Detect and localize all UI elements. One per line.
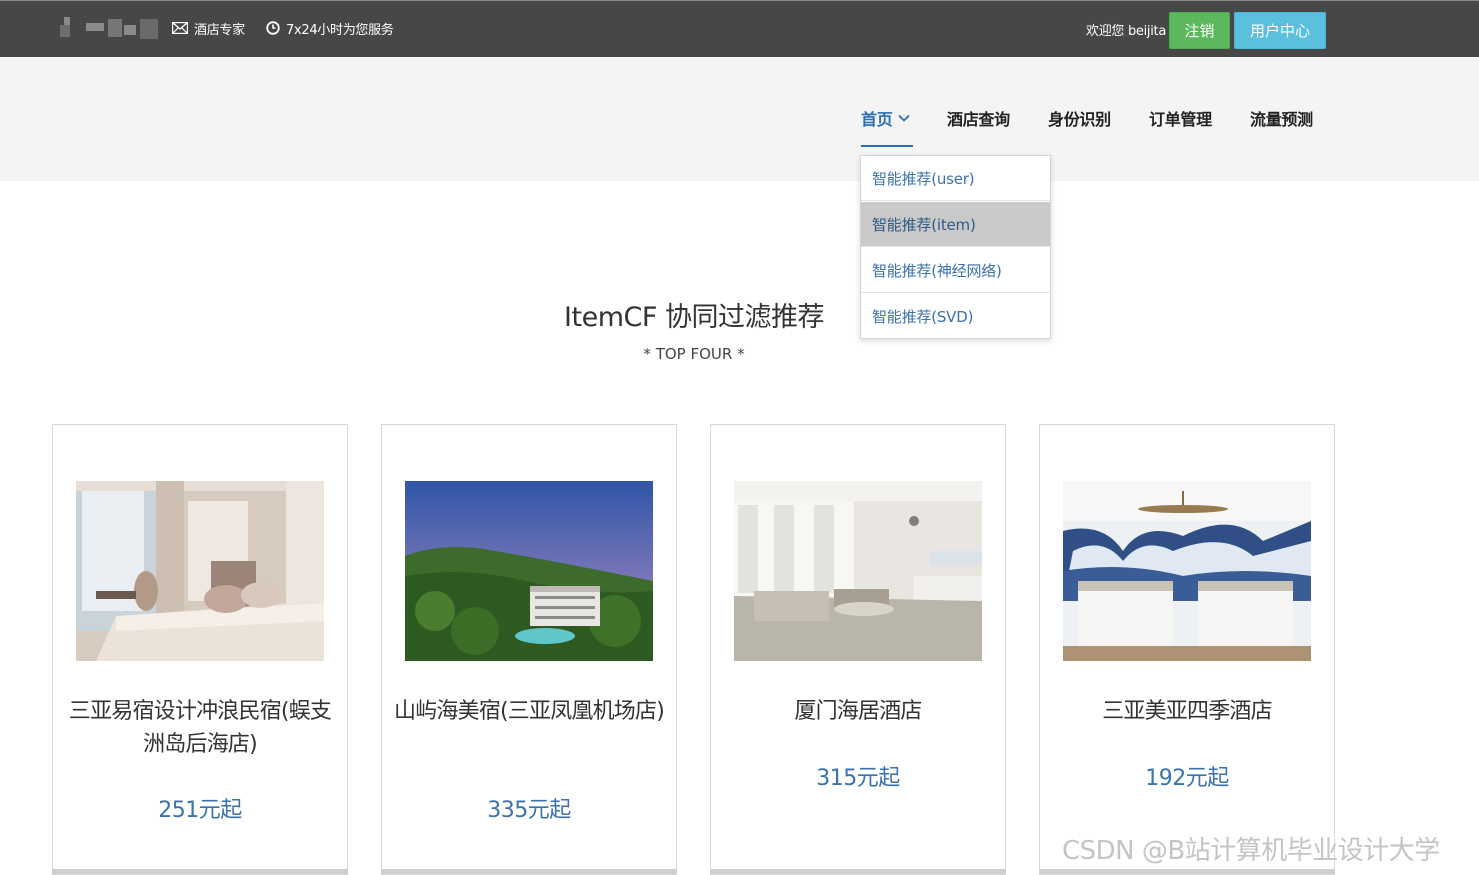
service-hours-item: 7x24小时为您服务 bbox=[266, 18, 394, 38]
hotel-name[interactable]: 三亚易宿设计冲浪民宿(蜈支洲岛后海店) bbox=[63, 695, 337, 761]
watermark: CSDN @B站计算机毕业设计大学 bbox=[1062, 836, 1440, 866]
hotel-card[interactable]: 山屿海美宿(三亚凤凰机场店) 335元起 bbox=[381, 424, 677, 875]
menu-item-recommend-user[interactable]: 智能推荐(user) bbox=[861, 156, 1050, 201]
service-hours: 7x24小时为您服务 bbox=[286, 22, 394, 38]
hotel-price: 192元起 bbox=[1145, 766, 1229, 791]
hotel-price: 251元起 bbox=[158, 798, 242, 823]
hotel-photo-twin-room-wave[interactable] bbox=[1063, 481, 1311, 661]
hotel-name[interactable]: 三亚美亚四季酒店 bbox=[1050, 695, 1324, 728]
nav-item-orders[interactable]: 订单管理 bbox=[1149, 107, 1212, 129]
nav-item-hotel-search[interactable]: 酒店查询 bbox=[947, 107, 1010, 129]
site-name-item: 酒店专家 bbox=[172, 18, 245, 38]
nav-item-home-label: 首页 bbox=[861, 110, 893, 129]
user-center-button[interactable]: 用户中心 bbox=[1234, 12, 1326, 49]
section-subtitle: * TOP FOUR * bbox=[643, 345, 745, 363]
home-dropdown-menu: 智能推荐(user) 智能推荐(item) 智能推荐(神经网络) 智能推荐(SV… bbox=[860, 155, 1051, 339]
hotel-name[interactable]: 厦门海居酒店 bbox=[721, 695, 995, 728]
hotel-price: 315元起 bbox=[816, 766, 900, 791]
site-logo-blurred bbox=[58, 17, 162, 39]
chevron-down-icon bbox=[898, 114, 911, 122]
site-name: 酒店专家 bbox=[194, 22, 245, 38]
hotel-name[interactable]: 山屿海美宿(三亚凤凰机场店) bbox=[392, 695, 666, 728]
hotel-card[interactable]: 三亚美亚四季酒店 192元起 bbox=[1039, 424, 1335, 875]
hotel-card[interactable]: 三亚易宿设计冲浪民宿(蜈支洲岛后海店) 251元起 bbox=[52, 424, 348, 875]
menu-item-recommend-item[interactable]: 智能推荐(item) bbox=[861, 202, 1050, 247]
envelope-icon bbox=[172, 22, 188, 34]
card-bottom-bar bbox=[710, 869, 1006, 874]
top-bar: 酒店专家 7x24小时为您服务 欢迎您 beijita 注销 用户中心 bbox=[0, 0, 1479, 57]
welcome-text: 欢迎您 beijita bbox=[1086, 24, 1166, 39]
card-bottom-bar bbox=[381, 869, 677, 874]
hotel-photo-suite-livingroom[interactable] bbox=[734, 481, 982, 661]
menu-item-recommend-neural[interactable]: 智能推荐(神经网络) bbox=[861, 248, 1050, 293]
nav-item-identity[interactable]: 身份识别 bbox=[1048, 107, 1111, 129]
nav-item-home[interactable]: 首页 bbox=[861, 107, 911, 129]
card-bottom-bar bbox=[1039, 869, 1335, 874]
hotel-price: 335元起 bbox=[487, 798, 571, 823]
menu-item-recommend-svd[interactable]: 智能推荐(SVD) bbox=[861, 294, 1050, 339]
hotel-photo-resort-dusk[interactable] bbox=[405, 481, 653, 661]
clock-icon bbox=[266, 21, 280, 35]
nav-active-underline bbox=[861, 145, 913, 147]
hotel-photo-bedroom-seaview[interactable] bbox=[76, 481, 324, 661]
nav-item-traffic-forecast[interactable]: 流量预测 bbox=[1250, 107, 1313, 129]
hotel-card[interactable]: 厦门海居酒店 315元起 bbox=[710, 424, 1006, 875]
card-bottom-bar bbox=[52, 869, 348, 874]
section-title: ItemCF 协同过滤推荐 bbox=[564, 302, 824, 333]
logout-button[interactable]: 注销 bbox=[1169, 12, 1230, 49]
